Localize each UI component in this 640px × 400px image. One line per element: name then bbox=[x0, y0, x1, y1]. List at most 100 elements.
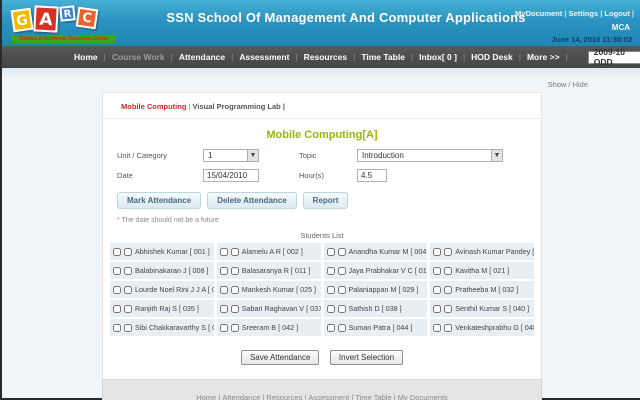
attendance-checkbox-a[interactable] bbox=[113, 324, 121, 332]
attendance-checkbox-b[interactable] bbox=[124, 324, 132, 332]
attendance-checkbox-a[interactable] bbox=[220, 324, 228, 332]
student-cell: Mankesh Kumar [ 025 ] bbox=[217, 281, 321, 298]
attendance-checkbox-b[interactable] bbox=[231, 324, 239, 332]
attendance-checkbox-b[interactable] bbox=[338, 267, 346, 275]
nav-item[interactable]: More >> bbox=[527, 52, 574, 62]
nav-item[interactable]: Inbox[ 0 ] bbox=[419, 52, 471, 62]
footer-link[interactable]: Home bbox=[196, 393, 222, 400]
attendance-checkbox-b[interactable] bbox=[124, 305, 132, 313]
show-hide-link[interactable]: Show / Hide bbox=[548, 80, 588, 89]
student-name: Venkateshprabhu G [ 048 ] bbox=[455, 323, 534, 332]
main-nav: HomeCourse WorkAttendanceAssessmentResou… bbox=[2, 46, 640, 68]
breadcrumb-divider bbox=[103, 118, 541, 119]
attendance-checkbox-b[interactable] bbox=[231, 248, 239, 256]
attendance-checkbox-b[interactable] bbox=[444, 324, 452, 332]
garc-logo[interactable]: GARC Grades & Academic Resource Center bbox=[12, 3, 116, 43]
top-link[interactable]: Logout bbox=[604, 9, 634, 18]
student-cell: Palaniappan M [ 029 ] bbox=[324, 281, 428, 298]
nav-item[interactable]: Course Work bbox=[112, 52, 179, 62]
student-name: Lourde Noel Rini J J A [ 023 ] bbox=[135, 285, 214, 294]
student-name: Avinash Kumar Pandey [ 006 ] bbox=[455, 247, 534, 256]
logo-tagline: Grades & Academic Resource Center bbox=[12, 35, 116, 43]
student-cell: Sathish D [ 038 ] bbox=[324, 300, 428, 317]
attendance-checkbox-a[interactable] bbox=[113, 267, 121, 275]
attendance-checkbox-b[interactable] bbox=[338, 305, 346, 313]
delete-attendance-button[interactable]: Delete Attendance bbox=[207, 192, 297, 209]
topic-value: Introduction bbox=[358, 151, 491, 160]
attendance-checkbox-b[interactable] bbox=[338, 324, 346, 332]
student-cell: Anandha Kumar M [ 004 ] bbox=[324, 243, 428, 260]
topic-select[interactable]: Introduction ▼ bbox=[357, 149, 503, 162]
unit-category-label: Unit / Category bbox=[117, 151, 203, 160]
nav-item[interactable]: HOD Desk bbox=[471, 52, 527, 62]
student-name: Sabari Raghavan V [ 037 ] bbox=[242, 304, 321, 313]
breadcrumb-mobile-computing[interactable]: Mobile Computing bbox=[121, 102, 186, 111]
footer-link[interactable]: Attendance bbox=[222, 393, 266, 400]
footer-link[interactable]: My Documents bbox=[398, 393, 448, 400]
content-area: Mobile Computing | Visual Programming La… bbox=[102, 92, 542, 400]
date-label: Date bbox=[117, 171, 203, 180]
attendance-checkbox-a[interactable] bbox=[113, 286, 121, 294]
save-attendance-button[interactable]: Save Attendance bbox=[241, 350, 320, 365]
footer-link[interactable]: Time Table bbox=[355, 393, 397, 400]
invert-selection-button[interactable]: Invert Selection bbox=[330, 350, 403, 365]
nav-item[interactable]: Assessment bbox=[239, 52, 303, 62]
attendance-checkbox-a[interactable] bbox=[433, 267, 441, 275]
logo-letter-c: C bbox=[76, 7, 99, 30]
attendance-checkbox-b[interactable] bbox=[231, 305, 239, 313]
footer-link[interactable]: Assessment bbox=[308, 393, 355, 400]
attendance-checkbox-a[interactable] bbox=[327, 305, 335, 313]
unit-category-select[interactable]: 1 ▼ bbox=[203, 149, 259, 162]
attendance-checkbox-a[interactable] bbox=[220, 267, 228, 275]
attendance-checkbox-b[interactable] bbox=[124, 267, 132, 275]
top-link[interactable]: Settings bbox=[569, 9, 605, 18]
attendance-checkbox-a[interactable] bbox=[327, 286, 335, 294]
attendance-checkbox-a[interactable] bbox=[433, 324, 441, 332]
attendance-checkbox-b[interactable] bbox=[231, 286, 239, 294]
course-title: Mobile Computing[A] bbox=[103, 129, 541, 141]
attendance-checkbox-a[interactable] bbox=[220, 286, 228, 294]
student-name: Kavitha M [ 021 ] bbox=[455, 266, 509, 275]
attendance-checkbox-a[interactable] bbox=[220, 305, 228, 313]
nav-item[interactable]: Resources bbox=[304, 52, 362, 62]
attendance-checkbox-a[interactable] bbox=[433, 286, 441, 294]
attendance-checkbox-b[interactable] bbox=[124, 248, 132, 256]
mark-attendance-button[interactable]: Mark Attendance bbox=[117, 192, 201, 209]
attendance-checkbox-b[interactable] bbox=[124, 286, 132, 294]
attendance-checkbox-b[interactable] bbox=[338, 286, 346, 294]
breadcrumb-visual-programming-lab[interactable]: Visual Programming Lab | bbox=[193, 102, 285, 111]
student-cell: Abhishek Kumar [ 001 ] bbox=[110, 243, 214, 260]
attendance-checkbox-a[interactable] bbox=[327, 267, 335, 275]
attendance-checkbox-b[interactable] bbox=[444, 305, 452, 313]
attendance-checkbox-a[interactable] bbox=[220, 248, 228, 256]
attendance-checkbox-b[interactable] bbox=[444, 286, 452, 294]
page-title-banner: SSN School Of Management And Computer Ap… bbox=[122, 10, 570, 25]
attendance-checkbox-a[interactable] bbox=[113, 248, 121, 256]
report-button[interactable]: Report bbox=[303, 192, 349, 209]
student-cell: Lourde Noel Rini J J A [ 023 ] bbox=[110, 281, 214, 298]
attendance-checkbox-a[interactable] bbox=[433, 248, 441, 256]
attendance-checkbox-a[interactable] bbox=[327, 324, 335, 332]
attendance-checkbox-b[interactable] bbox=[231, 267, 239, 275]
top-link[interactable]: MyDocument bbox=[515, 9, 568, 18]
student-name: Sreeram B [ 042 ] bbox=[242, 323, 298, 332]
attendance-checkbox-a[interactable] bbox=[433, 305, 441, 313]
garc-logo-letters: GARC bbox=[12, 3, 116, 33]
student-cell: Ranjith Raj S [ 035 ] bbox=[110, 300, 214, 317]
student-name: Abhishek Kumar [ 001 ] bbox=[135, 247, 210, 256]
footer-link[interactable]: Resources bbox=[266, 393, 308, 400]
logo-letter-g: G bbox=[11, 8, 34, 33]
date-input[interactable] bbox=[203, 169, 259, 182]
attendance-checkbox-a[interactable] bbox=[327, 248, 335, 256]
attendance-checkbox-b[interactable] bbox=[444, 248, 452, 256]
nav-item[interactable]: Home bbox=[74, 52, 112, 62]
date-warning-note: * The date should not be a future bbox=[117, 217, 527, 224]
attendance-checkbox-b[interactable] bbox=[338, 248, 346, 256]
student-cell: Sreeram B [ 042 ] bbox=[217, 319, 321, 336]
attendance-checkbox-a[interactable] bbox=[113, 305, 121, 313]
hours-input[interactable] bbox=[357, 169, 387, 182]
nav-item[interactable]: Time Table bbox=[361, 52, 419, 62]
session-dropdown[interactable]: 2009-10 ODD ▼ bbox=[588, 51, 640, 64]
nav-item[interactable]: Attendance bbox=[179, 52, 240, 62]
attendance-checkbox-b[interactable] bbox=[444, 267, 452, 275]
